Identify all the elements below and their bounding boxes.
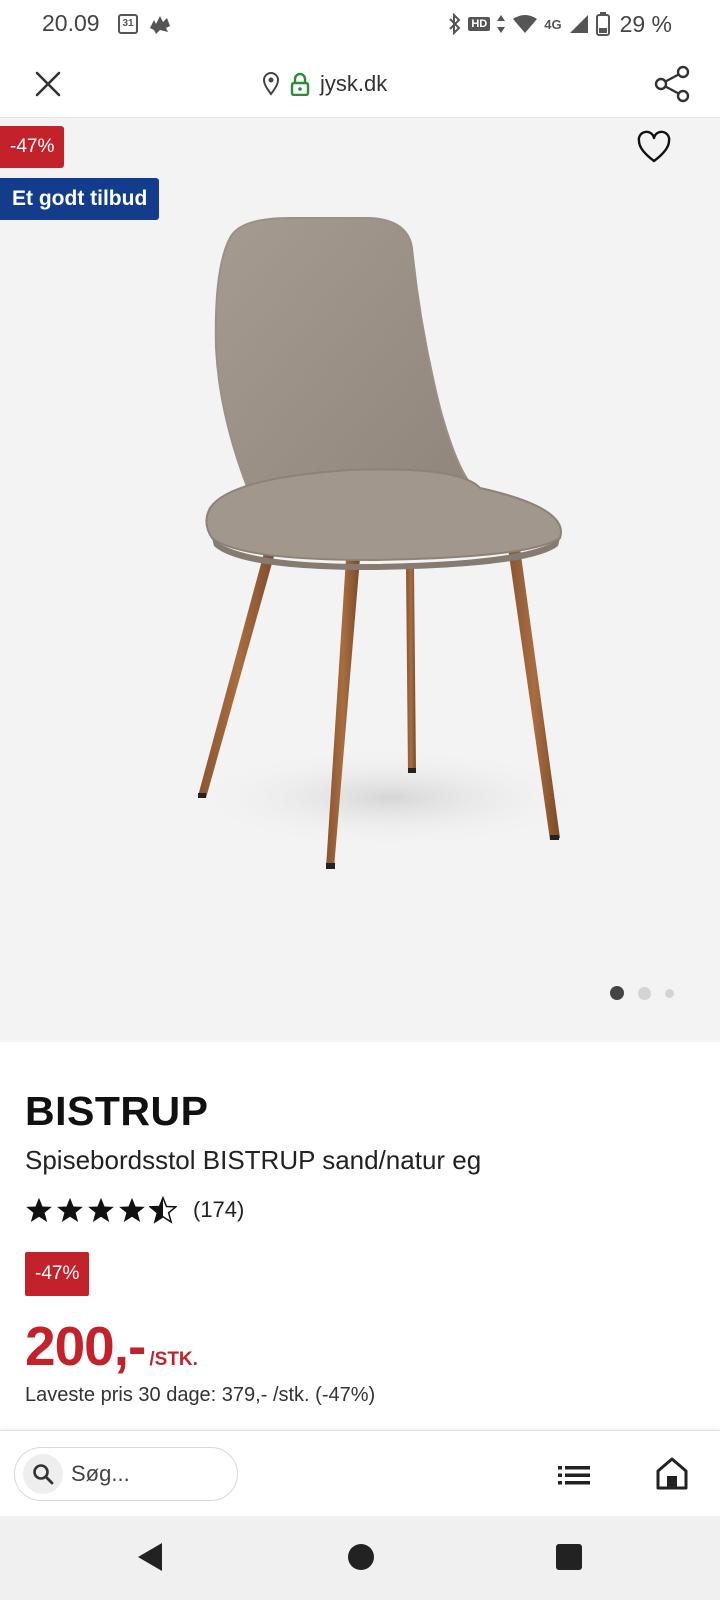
heart-icon[interactable] <box>636 130 672 166</box>
review-count: (174) <box>193 1197 245 1222</box>
browser-toolbar: jysk.dk <box>0 50 720 118</box>
back-icon[interactable] <box>136 1541 164 1573</box>
battery-level: 29 % <box>619 10 672 37</box>
system-navigation-bar <box>0 1516 720 1600</box>
wifi-icon <box>513 15 538 33</box>
star-icon <box>26 1197 52 1223</box>
price: 200,- <box>25 1315 146 1377</box>
lowest-price-note: Laveste pris 30 dage: 379,- /stk. (-47%) <box>25 1384 376 1406</box>
product-brand: BISTRUP <box>25 1088 209 1134</box>
product-info: BISTRUP Spisebordsstol BISTRUP sand/natu… <box>25 1088 695 1407</box>
price-row: 200,- /STK. <box>25 1314 695 1378</box>
pagination-dot[interactable] <box>665 988 674 998</box>
search-input[interactable]: Søg... <box>14 1447 238 1501</box>
discount-badge: -47% <box>0 126 65 168</box>
battery-icon <box>595 12 610 36</box>
home-circle-icon[interactable] <box>348 1544 374 1570</box>
pagination-dot[interactable] <box>638 986 651 1000</box>
star-icon <box>119 1197 145 1223</box>
home-icon[interactable] <box>654 1455 690 1491</box>
bottom-toolbar: Søg... <box>0 1430 720 1516</box>
close-button[interactable] <box>30 66 66 102</box>
status-time: 20.09 <box>42 10 100 36</box>
pagination-dot-active[interactable] <box>610 986 624 1000</box>
data-arrows-icon <box>497 15 506 33</box>
status-indicators: HD 4G 29 % <box>448 10 672 38</box>
product-rating[interactable]: (174) <box>25 1196 695 1224</box>
location-pin-icon <box>262 72 280 96</box>
lock-icon <box>290 72 310 96</box>
search-placeholder: Søg... <box>71 1461 130 1486</box>
signal-icon <box>569 15 588 33</box>
search-icon <box>33 1464 54 1485</box>
menu-list-icon[interactable] <box>556 1457 592 1493</box>
product-image-gallery[interactable]: -47% Et godt tilbud <box>0 118 720 1042</box>
calendar-icon: 31 <box>118 14 138 34</box>
rating-stars <box>25 1196 177 1224</box>
leaf-icon <box>150 16 170 34</box>
half-star-icon <box>149 1196 177 1224</box>
recent-apps-icon[interactable] <box>556 1544 582 1570</box>
search-icon-wrap <box>23 1454 63 1494</box>
status-bar: 20.09 31 HD 4G 29 % <box>0 0 720 50</box>
hd-icon: HD <box>468 17 491 31</box>
gallery-pagination <box>610 986 674 1000</box>
star-icon <box>57 1197 83 1223</box>
network-type: 4G <box>544 16 562 32</box>
share-icon[interactable] <box>652 64 692 104</box>
product-title: Spisebordsstol BISTRUP sand/natur eg <box>25 1145 482 1175</box>
close-icon <box>35 71 61 97</box>
offer-badge: Et godt tilbud <box>0 178 160 220</box>
price-discount-badge: -47% <box>25 1252 90 1296</box>
star-icon <box>88 1197 114 1223</box>
url-text: jysk.dk <box>320 71 388 96</box>
url-display[interactable]: jysk.dk <box>262 68 387 100</box>
bluetooth-icon <box>449 13 461 35</box>
price-unit: /STK. <box>149 1349 198 1370</box>
product-image <box>190 217 590 869</box>
